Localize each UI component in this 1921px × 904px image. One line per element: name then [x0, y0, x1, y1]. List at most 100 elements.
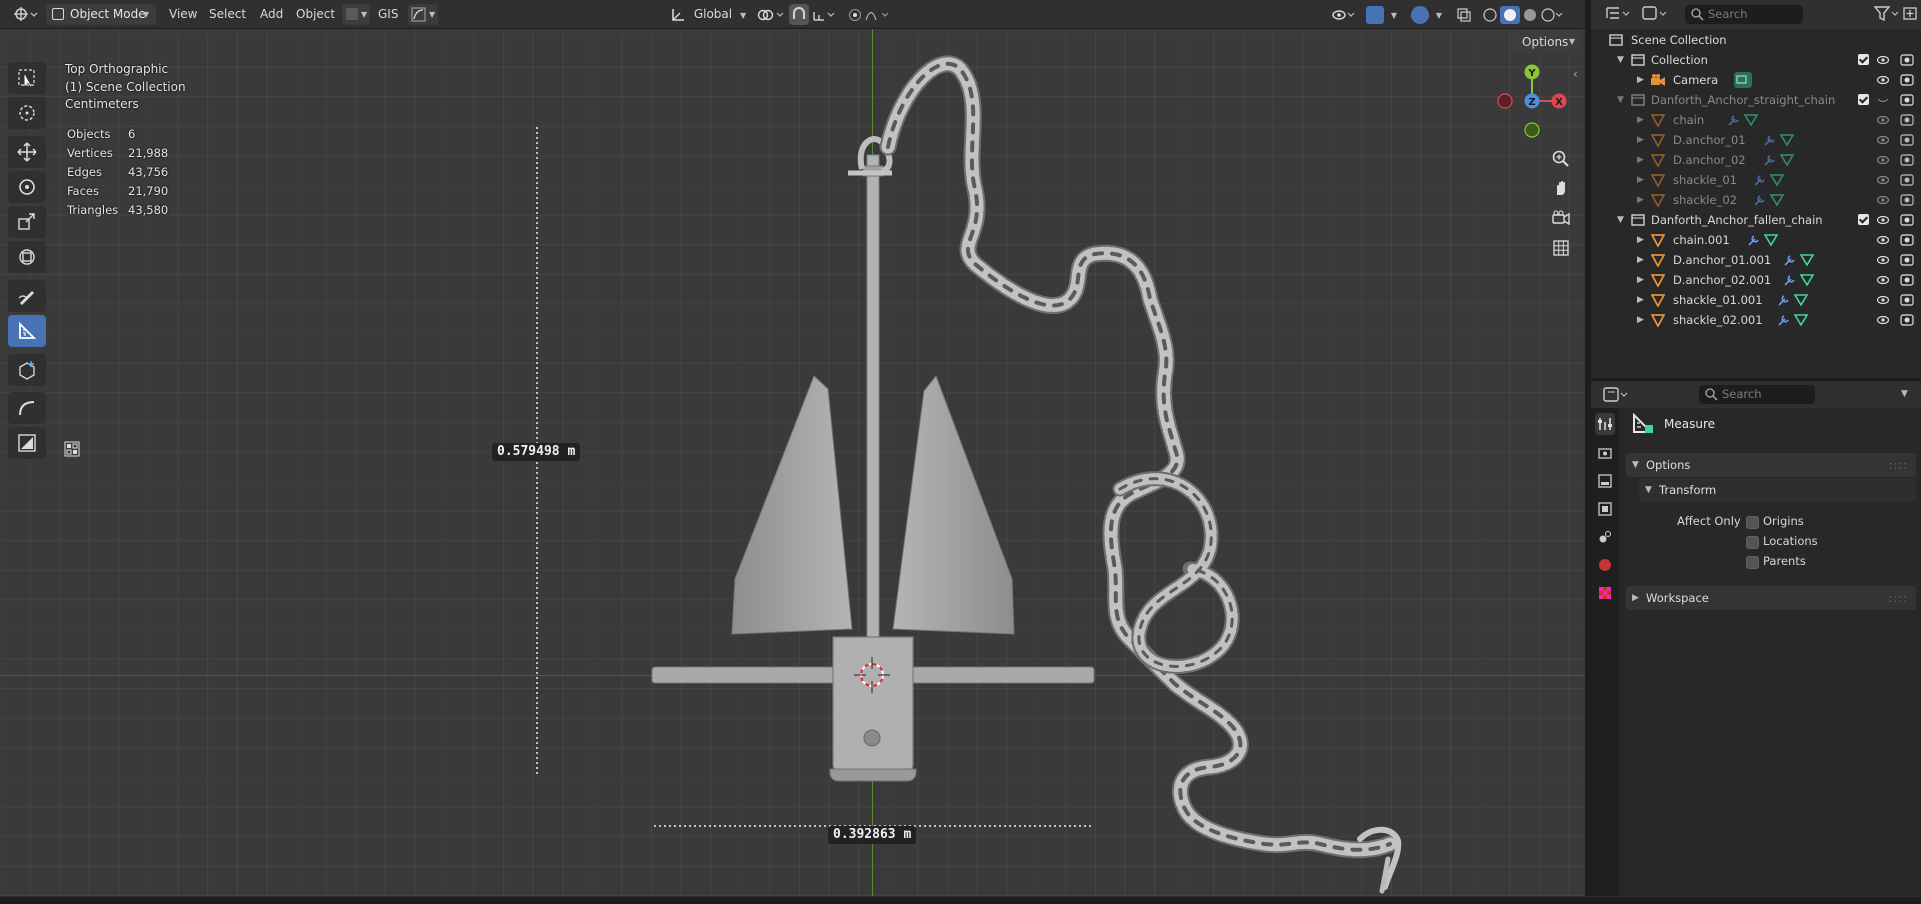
expand-right-icon[interactable]: ▶	[1637, 310, 1644, 330]
visibility-dropdown[interactable]	[1331, 4, 1359, 25]
exclude-checkbox[interactable]	[1858, 214, 1869, 225]
outliner-row-scene-collection[interactable]: Scene Collection	[1591, 30, 1921, 50]
modifier-mesh-icons[interactable]	[1753, 173, 1787, 187]
expand-right-icon[interactable]: ▶	[1637, 190, 1644, 210]
transform-subpanel-header[interactable]: ▼ Transform	[1639, 478, 1916, 502]
cursor-tool[interactable]	[8, 97, 46, 129]
display-mode-dropdown[interactable]	[1642, 5, 1670, 26]
modifier-mesh-icons[interactable]	[1753, 193, 1787, 207]
drag-handle-icon[interactable]: ::::	[1889, 586, 1909, 610]
curve-tool[interactable]	[8, 392, 46, 424]
expand-right-icon[interactable]: ▶	[1637, 130, 1644, 150]
filter-icon[interactable]	[1873, 5, 1900, 26]
options-dropdown[interactable]: Options ▼	[1513, 31, 1581, 53]
properties-search-input[interactable]: Search	[1699, 385, 1815, 404]
pivot-point-dropdown[interactable]	[756, 4, 786, 25]
gizmo-neg-y[interactable]	[1524, 122, 1540, 138]
workspace-panel-header[interactable]: ▶ Workspace ::::	[1626, 586, 1916, 610]
outliner-row-mesh[interactable]: ▶ shackle_01	[1591, 170, 1921, 190]
modifier-mesh-icons[interactable]	[1783, 253, 1817, 267]
outliner-row-mesh[interactable]: ▶ chain.001	[1591, 230, 1921, 250]
snap-target-dropdown[interactable]	[812, 4, 838, 25]
expand-right-icon[interactable]: ▶	[1637, 230, 1644, 250]
locations-checkbox[interactable]	[1746, 536, 1759, 549]
expand-right-icon[interactable]: ▶	[1637, 70, 1644, 90]
outliner-row-straight-chain-collection[interactable]: ▼ Danforth_Anchor_straight_chain	[1591, 90, 1921, 110]
outliner-row-mesh[interactable]: ▶ shackle_02.001	[1591, 310, 1921, 330]
outliner-row-mesh[interactable]: ▶ shackle_02	[1591, 190, 1921, 210]
annotate-tool[interactable]	[8, 280, 46, 312]
visibility-icons[interactable]	[1877, 273, 1917, 287]
gizmo-toggle[interactable]: ▼	[1366, 4, 1397, 25]
visibility-icons[interactable]	[1877, 113, 1917, 127]
chevron-down-icon[interactable]: ▼	[1901, 385, 1908, 404]
outliner-row-mesh[interactable]: ▶ D.anchor_01.001	[1591, 250, 1921, 270]
tab-texture[interactable]	[1595, 582, 1615, 604]
menu-view[interactable]: View	[169, 4, 197, 25]
outliner-row-mesh[interactable]: ▶ chain	[1591, 110, 1921, 130]
modifier-mesh-icons[interactable]	[1727, 113, 1761, 127]
measure-tool[interactable]	[8, 315, 46, 347]
tab-tool[interactable]	[1595, 413, 1615, 435]
camera-data-icon[interactable]	[1734, 72, 1752, 88]
expand-down-icon[interactable]: ▼	[1617, 210, 1624, 230]
menu-gis[interactable]: GIS	[378, 4, 398, 25]
exclude-checkbox[interactable]	[1858, 54, 1869, 65]
scale-tool[interactable]	[8, 206, 46, 238]
expand-right-icon[interactable]: ▶	[1637, 150, 1644, 170]
transform-tool[interactable]	[8, 241, 46, 273]
properties-editor-type-icon[interactable]	[1603, 386, 1631, 407]
3d-viewport[interactable]: 0.579498 m 0.392863 m Top Orthographic (…	[0, 29, 1585, 896]
checker-icon[interactable]	[64, 441, 80, 457]
expand-right-icon[interactable]: ▶	[1637, 110, 1644, 130]
rotate-tool[interactable]	[8, 171, 46, 203]
gizmo-neg-x[interactable]	[1497, 93, 1513, 109]
modifier-mesh-icons[interactable]	[1763, 133, 1797, 147]
hand-pan-icon[interactable]	[1547, 175, 1575, 201]
outliner-editor-type-icon[interactable]	[1605, 5, 1633, 26]
scene-objects[interactable]	[0, 29, 1585, 896]
modifier-mesh-icons[interactable]	[1777, 293, 1811, 307]
parents-checkbox[interactable]	[1746, 556, 1759, 569]
expand-right-icon[interactable]: ▶	[1637, 270, 1644, 290]
move-tool[interactable]	[8, 136, 46, 168]
add-cube-tool[interactable]	[8, 354, 46, 386]
expand-right-icon[interactable]: ▶	[1637, 170, 1644, 190]
modifier-mesh-icons[interactable]	[1777, 313, 1811, 327]
navigation-gizmo[interactable]: Y X Z	[1494, 63, 1570, 139]
select-box-tool[interactable]	[8, 62, 46, 94]
visibility-icons[interactable]	[1877, 133, 1917, 147]
drag-handle-icon[interactable]: ::::	[1889, 453, 1909, 477]
visibility-icons[interactable]	[1877, 233, 1917, 247]
new-collection-icon[interactable]	[1902, 5, 1918, 24]
outliner-search-input[interactable]: Search	[1685, 5, 1803, 24]
visibility-icons[interactable]	[1877, 93, 1917, 107]
tab-view-layer[interactable]	[1595, 498, 1615, 520]
pivot-dropdown[interactable]: ▼	[342, 4, 370, 25]
visibility-icons[interactable]	[1877, 173, 1917, 187]
outliner-row-mesh[interactable]: ▶ D.anchor_02	[1591, 150, 1921, 170]
exclude-checkbox[interactable]	[1858, 94, 1869, 105]
visibility-icons[interactable]	[1877, 153, 1917, 167]
outliner-row-mesh[interactable]: ▶ D.anchor_02.001	[1591, 270, 1921, 290]
menu-add[interactable]: Add	[260, 4, 283, 25]
visibility-icons[interactable]	[1877, 253, 1917, 267]
visibility-icons[interactable]	[1877, 213, 1917, 227]
grid-view-icon[interactable]	[1547, 235, 1575, 261]
proportional-edit-toggle[interactable]	[848, 4, 894, 25]
outliner-row-camera[interactable]: ▶ Camera	[1591, 70, 1921, 90]
visibility-icons[interactable]	[1877, 53, 1917, 67]
zoom-icon[interactable]	[1547, 146, 1575, 172]
menu-object[interactable]: Object	[296, 4, 335, 25]
snap-curve-dropdown[interactable]: ▼	[408, 4, 438, 25]
visibility-icons[interactable]	[1877, 313, 1917, 327]
modifier-mesh-icons[interactable]	[1747, 233, 1781, 247]
editor-type-button[interactable]	[12, 4, 38, 25]
tab-world[interactable]	[1595, 554, 1615, 576]
modifier-mesh-icons[interactable]	[1763, 153, 1797, 167]
image-tool[interactable]	[8, 427, 46, 459]
outliner-row-mesh[interactable]: ▶ shackle_01.001	[1591, 290, 1921, 310]
tab-render[interactable]	[1595, 442, 1615, 464]
camera-view-icon[interactable]	[1547, 205, 1575, 231]
visibility-icons[interactable]	[1877, 193, 1917, 207]
